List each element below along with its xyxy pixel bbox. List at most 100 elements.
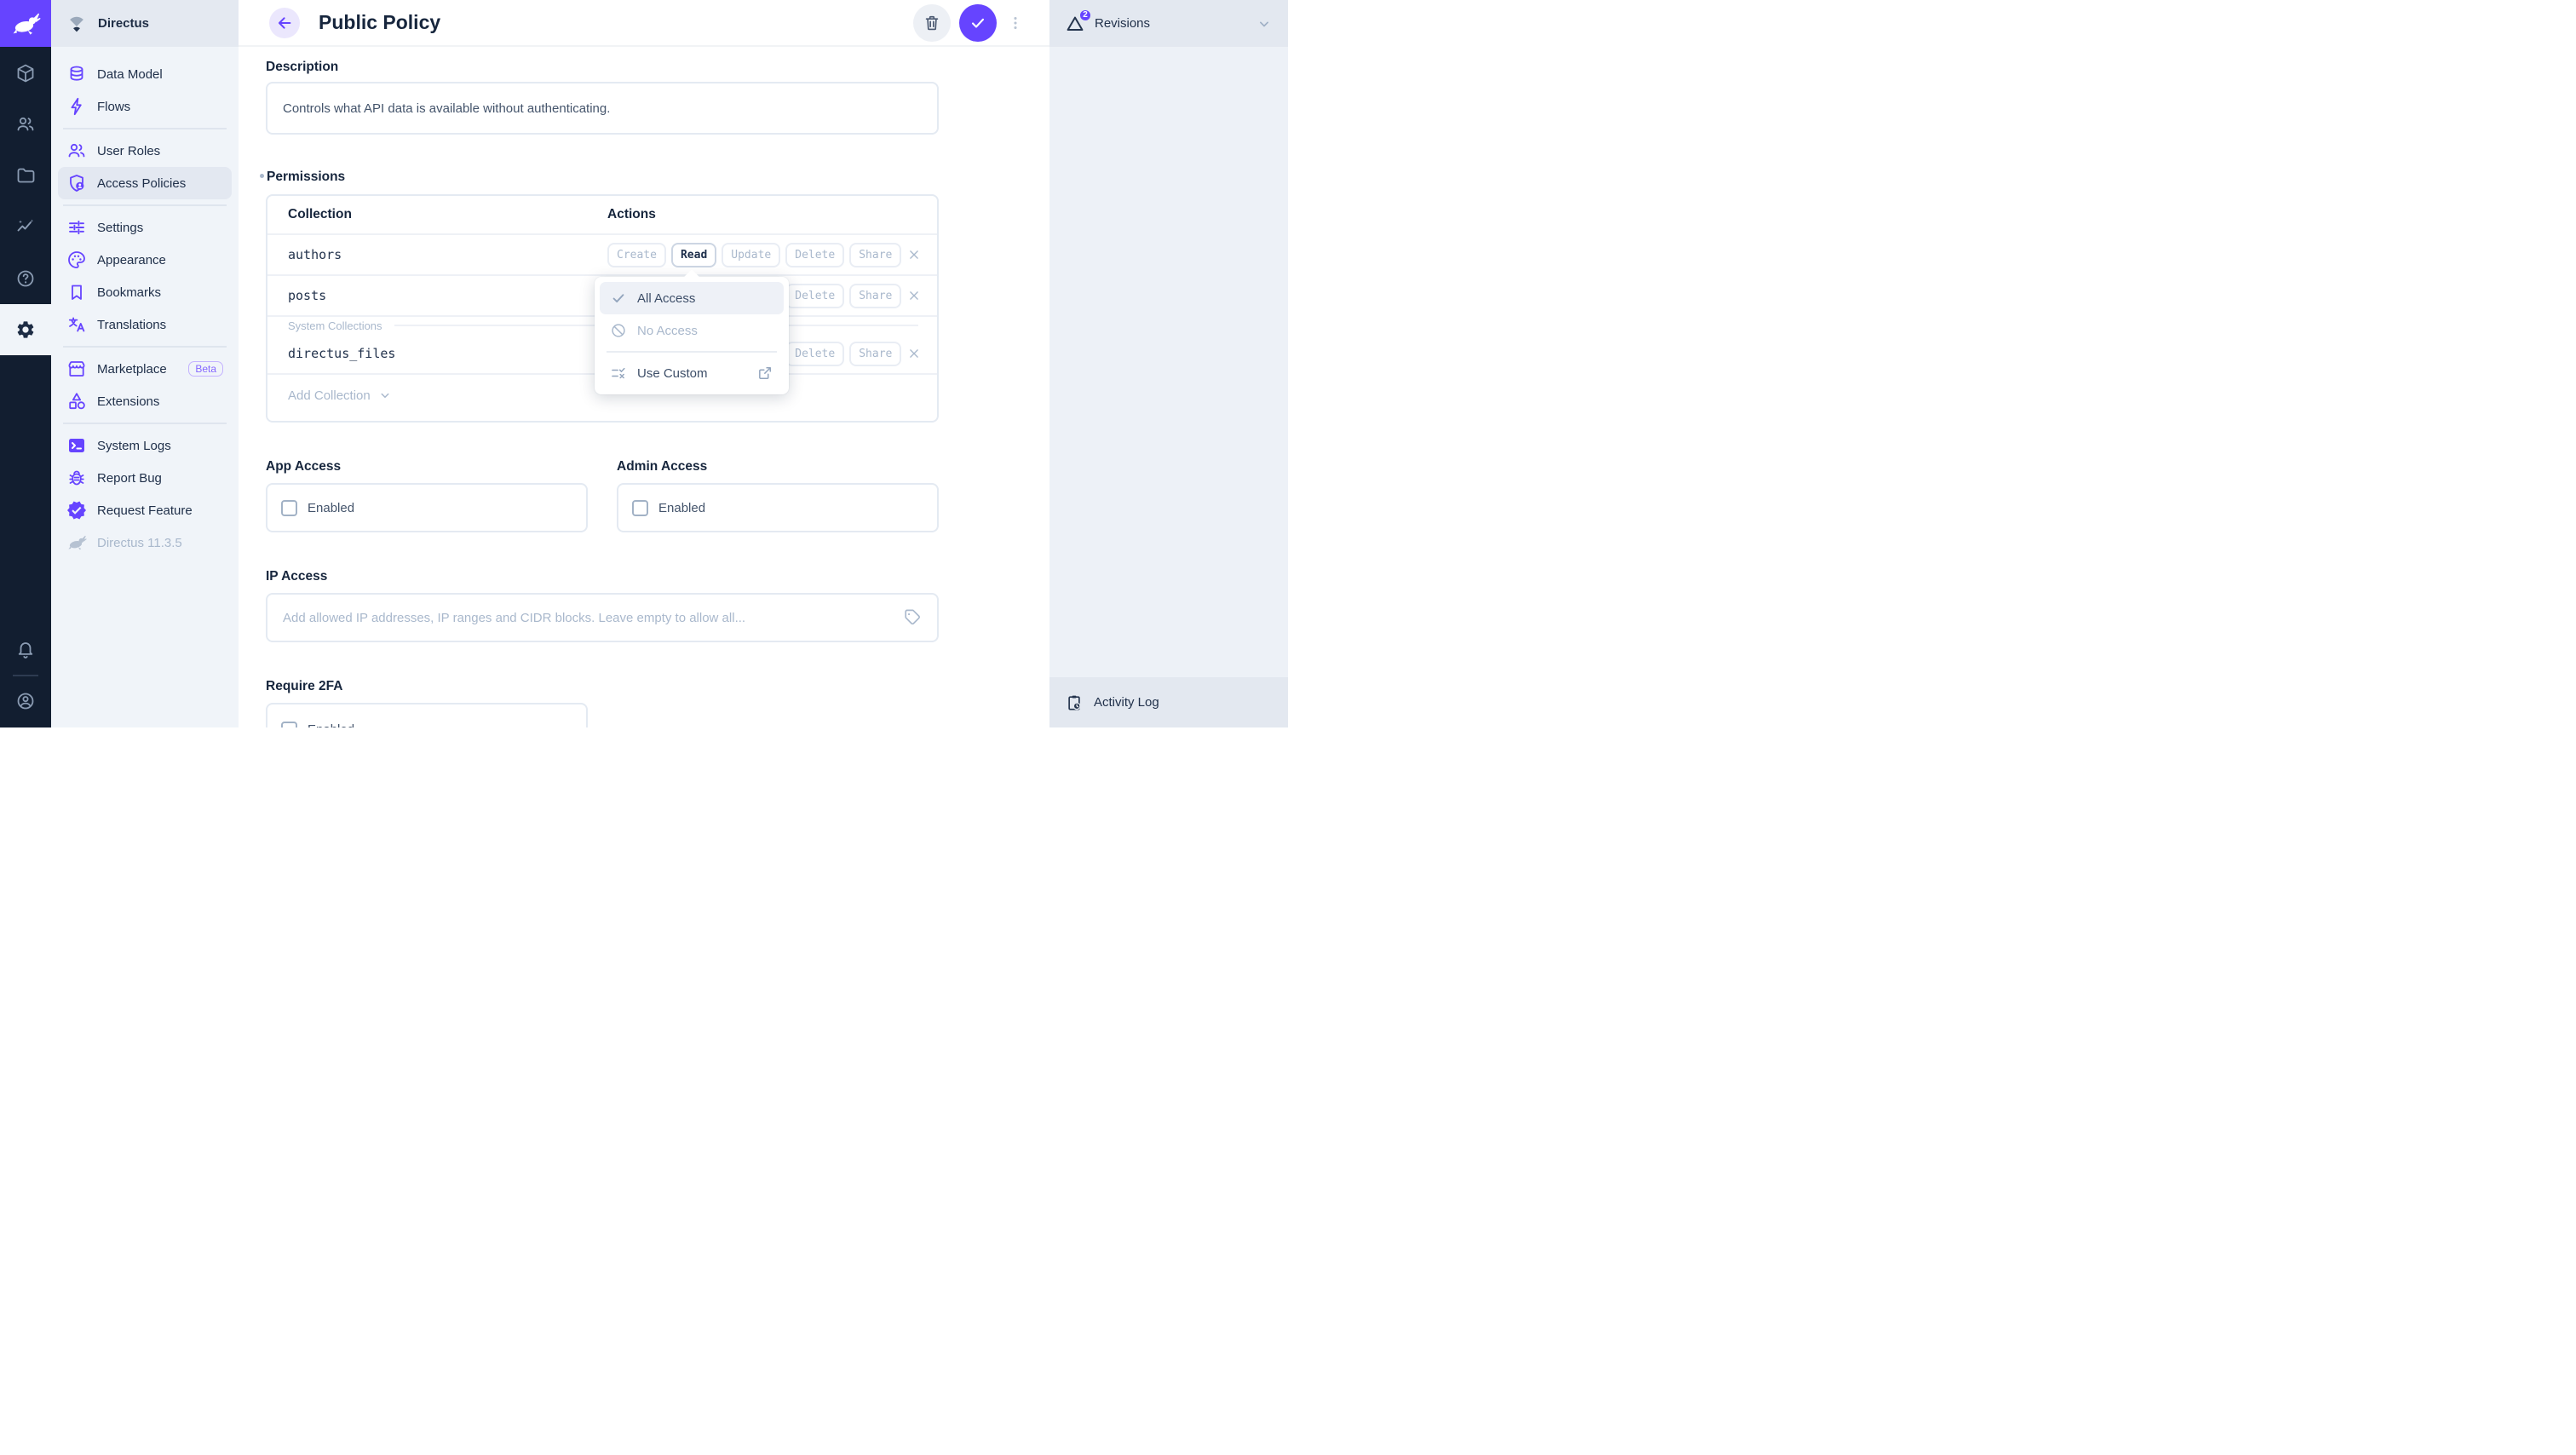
- sidebar-item-request-feature[interactable]: Request Feature: [58, 494, 232, 526]
- collection-name: posts: [267, 288, 326, 303]
- sidebar-item-settings[interactable]: Settings: [58, 211, 232, 244]
- require-2fa-field: Enabled: [266, 703, 588, 728]
- share-permission-chip[interactable]: Share: [849, 342, 901, 366]
- description-input[interactable]: Controls what API data is available with…: [266, 82, 939, 135]
- delete-permission-chip[interactable]: Delete: [785, 243, 844, 267]
- app-version: Directus 11.3.5: [97, 536, 182, 550]
- sidebar-item-system-logs[interactable]: System Logs: [58, 429, 232, 462]
- table-row-authors: authors Create Read Update Delete Share: [267, 235, 937, 276]
- check-icon: [969, 14, 987, 32]
- sidebar-body: [1049, 47, 1288, 677]
- user-avatar-icon[interactable]: [15, 691, 36, 711]
- menu-item-use-custom[interactable]: Use Custom: [600, 357, 784, 389]
- help-module-icon[interactable]: [15, 268, 36, 289]
- notifications-bell-icon[interactable]: [15, 640, 36, 660]
- sidebar-item-marketplace[interactable]: Marketplace Beta: [58, 353, 232, 385]
- delete-button[interactable]: [913, 4, 951, 42]
- rabbit-logo-icon: [10, 9, 41, 39]
- activity-log-icon: [1065, 693, 1084, 712]
- bookmark-icon: [66, 282, 87, 302]
- bolt-icon: [66, 96, 87, 117]
- sidebar-item-translations[interactable]: Translations: [58, 308, 232, 341]
- sidebar-item-label: Data Model: [97, 67, 163, 82]
- add-collection-label: Add Collection: [288, 388, 371, 403]
- modified-dot: [260, 174, 264, 178]
- info-sidebar: 2 Revisions Activity Log: [1049, 0, 1288, 728]
- sidebar-item-label: Settings: [97, 221, 143, 235]
- sidebar-item-data-model[interactable]: Data Model: [58, 58, 232, 90]
- delete-permission-chip[interactable]: Delete: [785, 284, 844, 308]
- remove-row-button[interactable]: [906, 346, 922, 361]
- page-header: Public Policy: [239, 0, 1049, 47]
- require-2fa-checkbox[interactable]: [281, 722, 297, 728]
- sidebar-item-label: Access Policies: [97, 176, 186, 191]
- module-rail: [0, 0, 51, 728]
- main-panel: Public Policy Description Controls what …: [239, 0, 1049, 728]
- sidebar-item-access-policies[interactable]: Access Policies: [58, 167, 232, 199]
- content-module-icon[interactable]: [15, 63, 36, 83]
- trash-icon: [923, 14, 941, 32]
- revisions-delta-icon: 2: [1065, 14, 1085, 34]
- sidebar-item-version: Directus 11.3.5: [58, 526, 232, 559]
- ip-access-input[interactable]: Add allowed IP addresses, IP ranges and …: [266, 593, 939, 642]
- sidebar-item-bookmarks[interactable]: Bookmarks: [58, 276, 232, 308]
- sidebar-item-label: System Logs: [97, 439, 171, 453]
- sidebar-item-label: Bookmarks: [97, 285, 161, 300]
- sidebar-item-report-bug[interactable]: Report Bug: [58, 462, 232, 494]
- menu-item-no-access[interactable]: No Access: [600, 314, 784, 347]
- app-access-checkbox[interactable]: [281, 500, 297, 516]
- action-chips: Create Read Update Delete Share: [607, 235, 922, 274]
- sidebar-item-label: Marketplace: [97, 362, 167, 377]
- back-button[interactable]: [269, 8, 300, 38]
- sidebar-item-user-roles[interactable]: User Roles: [58, 135, 232, 167]
- description-label: Description: [266, 60, 338, 75]
- block-icon: [610, 322, 627, 339]
- sidebar-item-label: Flows: [97, 100, 130, 114]
- admin-access-label: Admin Access: [617, 459, 707, 474]
- update-permission-chip[interactable]: Update: [722, 243, 780, 267]
- tag-icon: [903, 608, 922, 627]
- share-permission-chip[interactable]: Share: [849, 284, 901, 308]
- admin-access-checkbox[interactable]: [632, 500, 648, 516]
- app-access-field: Enabled: [266, 483, 588, 532]
- share-permission-chip[interactable]: Share: [849, 243, 901, 267]
- collection-column-header: Collection: [267, 207, 352, 222]
- insights-module-icon[interactable]: [15, 216, 36, 237]
- settings-module-icon[interactable]: [15, 319, 36, 340]
- remove-row-button[interactable]: [906, 247, 922, 262]
- collapse-chevron-icon[interactable]: [1256, 15, 1273, 32]
- remove-row-button[interactable]: [906, 288, 922, 303]
- collection-name: directus_files: [267, 346, 395, 361]
- nav-divider: [63, 346, 227, 348]
- directus-logo[interactable]: [0, 0, 51, 47]
- admin-access-field: Enabled: [617, 483, 939, 532]
- open-in-new-icon: [756, 365, 773, 382]
- shield-user-icon: [66, 173, 87, 193]
- close-icon: [906, 346, 922, 361]
- sidebar-item-extensions[interactable]: Extensions: [58, 385, 232, 417]
- revisions-count-badge: 2: [1078, 9, 1092, 22]
- menu-item-label: Use Custom: [637, 366, 708, 381]
- users-module-icon[interactable]: [15, 114, 36, 135]
- beta-badge: Beta: [188, 361, 223, 377]
- sidebar-item-flows[interactable]: Flows: [58, 90, 232, 123]
- arrow-left-icon: [275, 14, 294, 32]
- chevron-down-icon: [377, 388, 393, 403]
- sidebar-item-appearance[interactable]: Appearance: [58, 244, 232, 276]
- storefront-icon: [66, 359, 87, 379]
- project-header[interactable]: Directus: [51, 0, 239, 47]
- delete-permission-chip[interactable]: Delete: [785, 342, 844, 366]
- read-permission-chip[interactable]: Read: [671, 243, 716, 267]
- settings-nav: Data Model Flows User Roles Access Polic…: [51, 47, 239, 559]
- more-options-button[interactable]: [1005, 4, 1026, 42]
- save-button[interactable]: [959, 4, 997, 42]
- files-module-icon[interactable]: [15, 165, 36, 186]
- menu-item-all-access[interactable]: All Access: [600, 282, 784, 314]
- dots-vertical-icon: [1006, 14, 1025, 32]
- revisions-section-header[interactable]: 2 Revisions: [1049, 0, 1288, 47]
- category-icon: [66, 391, 87, 411]
- activity-log-label: Activity Log: [1094, 695, 1159, 710]
- page-title: Public Policy: [319, 11, 440, 34]
- create-permission-chip[interactable]: Create: [607, 243, 666, 267]
- activity-log-section[interactable]: Activity Log: [1049, 677, 1288, 728]
